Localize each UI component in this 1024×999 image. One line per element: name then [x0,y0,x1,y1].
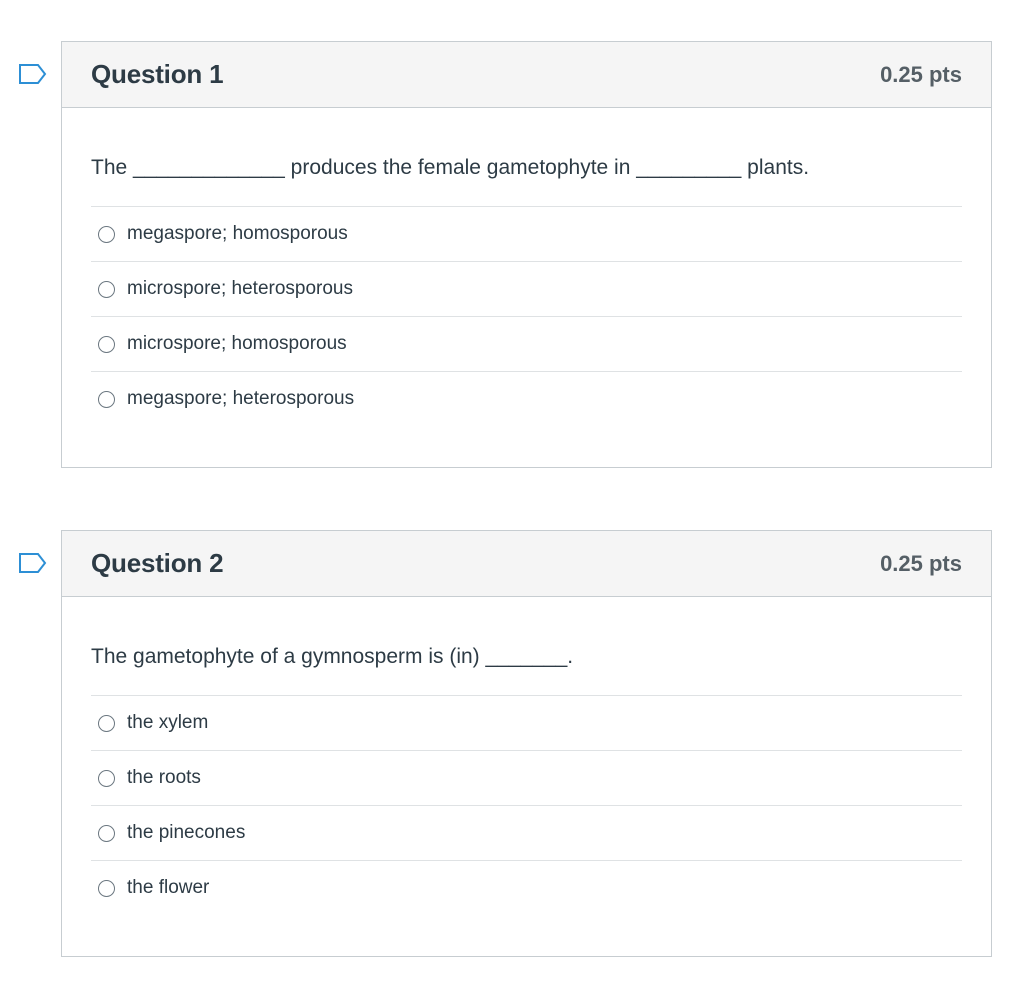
flag-question-icon[interactable] [18,63,48,85]
answer-label: the roots [127,767,201,788]
question-header: Question 1 0.25 pts [62,42,991,108]
answer-label: the pinecones [127,822,246,843]
radio-button[interactable] [98,824,115,842]
answer-label: microspore; heterosporous [127,278,353,299]
answer-option[interactable]: the xylem [91,696,962,751]
question-text: The gametophyte of a gymnosperm is (in) … [91,645,574,668]
question-title: Question 2 [91,548,224,578]
answer-label: microspore; homosporous [127,333,347,354]
answer-option[interactable]: the flower [91,861,962,915]
answer-option[interactable]: microspore; homosporous [91,317,962,372]
question-card: Question 2 0.25 pts The gametophyte of a… [61,530,992,957]
question-text: The _____________ produces the female ga… [91,156,810,179]
radio-button[interactable] [98,280,115,298]
answer-list: the xylem the roots the pinecones the fl… [91,695,962,915]
answer-option[interactable]: megaspore; homosporous [91,207,962,262]
question-header: Question 2 0.25 pts [62,531,991,597]
radio-button[interactable] [98,769,115,787]
answer-list: megaspore; homosporous microspore; heter… [91,206,962,426]
answer-option[interactable]: microspore; heterosporous [91,262,962,317]
answer-option[interactable]: the roots [91,751,962,806]
question-body: The gametophyte of a gymnosperm is (in) … [62,643,991,915]
answer-option[interactable]: megaspore; heterosporous [91,372,962,426]
radio-button[interactable] [98,714,115,732]
answer-label: megaspore; homosporous [127,223,348,244]
radio-button[interactable] [98,335,115,353]
question-body: The _____________ produces the female ga… [62,154,991,426]
radio-button[interactable] [98,879,115,897]
question-card: Question 1 0.25 pts The _____________ pr… [61,41,992,468]
answer-label: the flower [127,877,210,898]
question-points: 0.25 pts [880,551,962,576]
question-points: 0.25 pts [880,62,962,87]
radio-button[interactable] [98,225,115,243]
answer-label: the xylem [127,712,209,733]
answer-label: megaspore; heterosporous [127,388,355,409]
flag-question-icon[interactable] [18,552,48,574]
radio-button[interactable] [98,390,115,408]
answer-option[interactable]: the pinecones [91,806,962,861]
question-title: Question 1 [91,59,224,89]
